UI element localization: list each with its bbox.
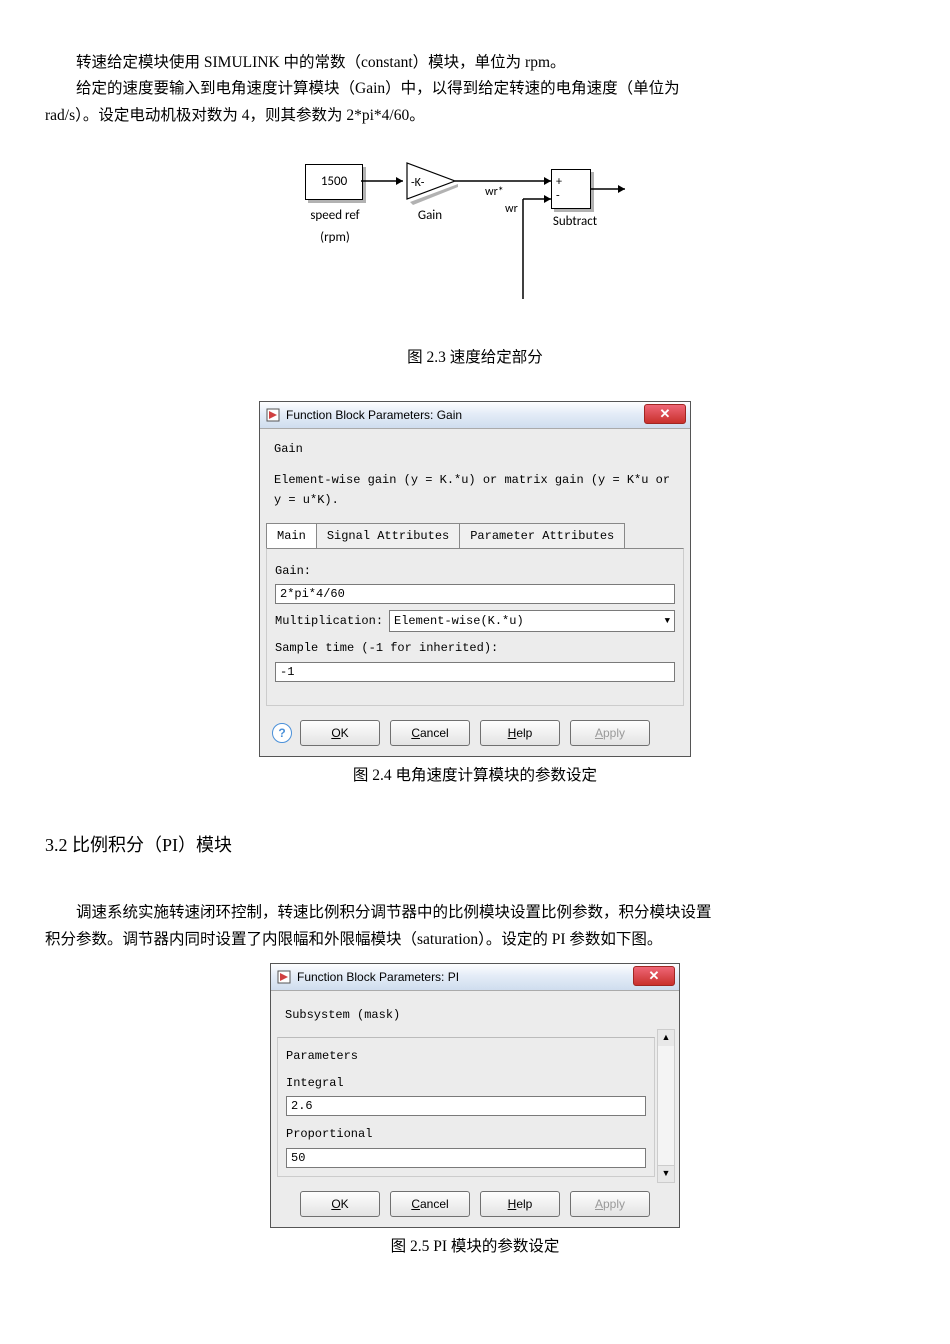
paragraph-3a: 调速系统实施转速闭环控制，转速比例积分调节器中的比例模块设置比例参数，积分模块设… (45, 900, 905, 926)
apply-button[interactable]: Apply (570, 1191, 650, 1217)
gain-dialog: Function Block Parameters: Gain ✕ Gain E… (259, 401, 691, 757)
gain-text: -K- (411, 173, 424, 193)
pi-dialog: Function Block Parameters: PI ✕ ▲ ▼ Subs… (270, 963, 680, 1228)
gain-desc: Element-wise gain (y = K.*u) or matrix g… (260, 470, 690, 517)
signal-wr: wr (505, 199, 518, 219)
scroll-track[interactable] (657, 1046, 675, 1165)
help-button[interactable]: Help (480, 720, 560, 746)
proportional-input[interactable] (286, 1148, 646, 1168)
paragraph-2b: rad/s）。设定电动机极对数为 4，则其参数为 2*pi*4/60。 (45, 103, 905, 129)
cancel-button[interactable]: Cancel (390, 720, 470, 746)
subtract-block: + - (551, 169, 591, 209)
chevron-down-icon: ▼ (665, 614, 670, 629)
ok-button[interactable]: OK (300, 1191, 380, 1217)
pi-dialog-title: Function Block Parameters: PI (297, 967, 459, 987)
proportional-label: Proportional (286, 1124, 646, 1144)
close-button[interactable]: ✕ (633, 966, 675, 986)
gain-dialog-title: Function Block Parameters: Gain (286, 405, 462, 425)
help-icon[interactable]: ? (272, 723, 292, 743)
apply-button[interactable]: Apply (570, 720, 650, 746)
close-button[interactable]: ✕ (644, 404, 686, 424)
gain-field-label: Gain: (275, 561, 675, 581)
subtract-label: Subtract (540, 211, 610, 233)
scroll-down[interactable]: ▼ (657, 1165, 675, 1183)
ok-button[interactable]: OK (300, 720, 380, 746)
signal-wr-star: wr* (485, 182, 504, 202)
caption-2-4: 图 2.4 电角速度计算模块的参数设定 (45, 763, 905, 789)
caption-2-5: 图 2.5 PI 模块的参数设定 (45, 1234, 905, 1260)
mask-label: Subsystem (mask) (285, 1005, 665, 1025)
gain-label: Gain (405, 205, 455, 227)
mult-label: Multiplication: (275, 611, 383, 631)
gain-tabs: Main Signal Attributes Parameter Attribu… (266, 523, 684, 548)
tab-main[interactable]: Main (266, 523, 317, 548)
sample-time-input[interactable] (275, 662, 675, 682)
tab-param-attrs[interactable]: Parameter Attributes (459, 523, 625, 548)
parameters-label: Parameters (286, 1046, 646, 1066)
simulink-icon (266, 408, 280, 422)
figure-2-3: 1500 speed ref(rpm) -K- Gain wr* wr (45, 149, 905, 339)
caption-2-3: 图 2.3 速度给定部分 (45, 345, 905, 371)
integral-label: Integral (286, 1073, 646, 1093)
integral-input[interactable] (286, 1096, 646, 1116)
section-3-2-heading: 3.2 比例积分（PI）模块 (45, 830, 905, 861)
diagram-svg (295, 149, 655, 339)
help-button[interactable]: Help (480, 1191, 560, 1217)
mult-select[interactable]: Element-wise(K.*u)▼ (389, 610, 675, 632)
gain-dialog-titlebar: Function Block Parameters: Gain ✕ (260, 402, 690, 429)
scroll-up[interactable]: ▲ (657, 1029, 675, 1047)
paragraph-2a: 给定的速度要输入到电角速度计算模块（Gain）中，以得到给定转速的电角速度（单位… (45, 76, 905, 102)
paragraph-3b: 积分参数。调节器内同时设置了内限幅和外限幅模块（saturation）。设定的 … (45, 927, 905, 953)
gain-subtitle: Gain (266, 435, 684, 463)
cancel-button[interactable]: Cancel (390, 1191, 470, 1217)
tab-signal-attrs[interactable]: Signal Attributes (316, 523, 460, 548)
pi-dialog-titlebar: Function Block Parameters: PI ✕ (271, 964, 679, 991)
gain-value-input[interactable] (275, 584, 675, 604)
simulink-icon (277, 970, 291, 984)
paragraph-1: 转速给定模块使用 SIMULINK 中的常数（constant）模块，单位为 r… (45, 50, 905, 76)
sample-time-label: Sample time (-1 for inherited): (275, 638, 675, 658)
